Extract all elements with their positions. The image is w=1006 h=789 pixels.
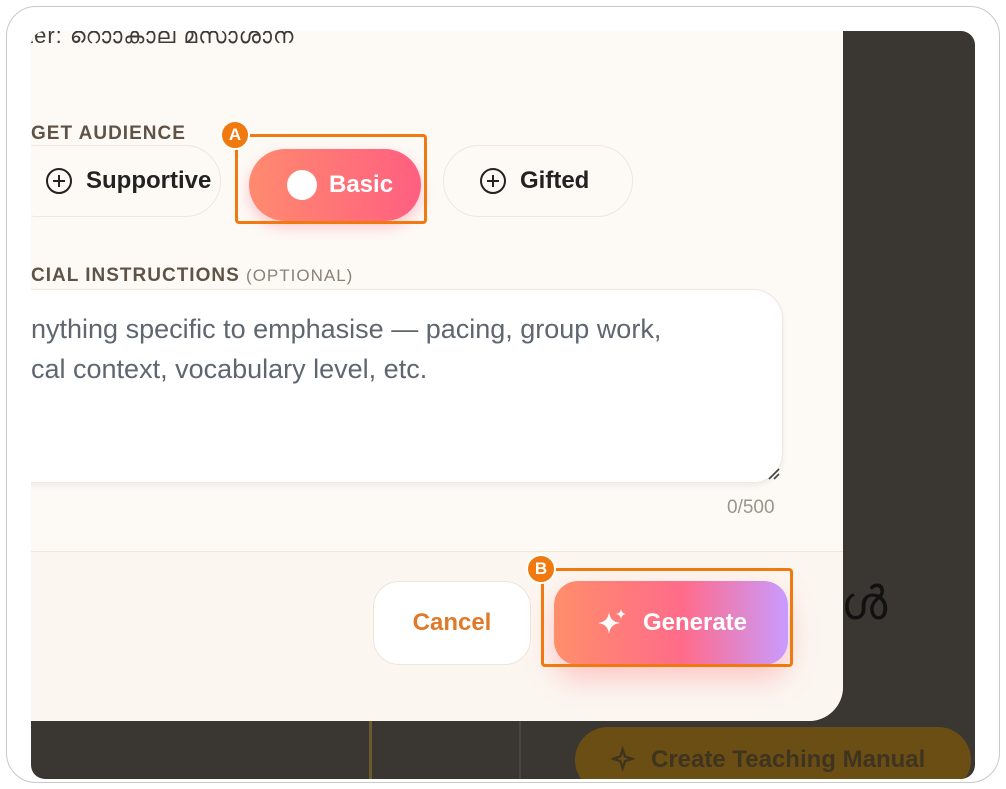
create-teaching-manual-label: Create Teaching Manual [651, 746, 926, 773]
sparkle-icon [611, 746, 636, 772]
resize-handle-icon[interactable] [765, 465, 781, 481]
audience-option-label: Supportive [86, 167, 212, 194]
screenshot-frame: ൾ Create Teaching Manual ter: റൊാകാല മസ… [6, 6, 1000, 783]
app-viewport: ൾ Create Teaching Manual ter: റൊാകാല മസ… [31, 31, 975, 779]
create-teaching-manual-button[interactable]: Create Teaching Manual [575, 727, 971, 779]
highlight-box-b [541, 568, 793, 667]
background-divider [369, 711, 372, 779]
instructions-section-label: CIAL INSTRUCTIONS (OPTIONAL) [31, 265, 353, 287]
cancel-button-label: Cancel [412, 609, 492, 636]
optional-tag: (OPTIONAL) [246, 266, 354, 285]
annotation-badge-b: B [526, 554, 556, 584]
character-counter: 0/500 [727, 497, 775, 518]
plus-circle-icon [480, 168, 506, 194]
audience-section-label: GET AUDIENCE [31, 123, 186, 144]
chapter-label: ter: റൊാകാല മസാശാന [31, 31, 295, 48]
annotation-badge-a: A [220, 120, 250, 150]
audience-option-gifted[interactable]: Gifted [443, 145, 633, 217]
background-glyph: ൾ [841, 576, 888, 630]
audience-option-label: Gifted [520, 167, 590, 194]
textarea-placeholder: nything specific to emphasise — pacing, … [31, 314, 662, 384]
cancel-button[interactable]: Cancel [373, 581, 531, 665]
background-divider [519, 711, 521, 779]
highlight-box-a [235, 134, 427, 224]
instructions-label-text: CIAL INSTRUCTIONS [31, 265, 240, 286]
audience-option-supportive[interactable]: Supportive [31, 145, 221, 217]
plus-circle-icon [46, 168, 72, 194]
